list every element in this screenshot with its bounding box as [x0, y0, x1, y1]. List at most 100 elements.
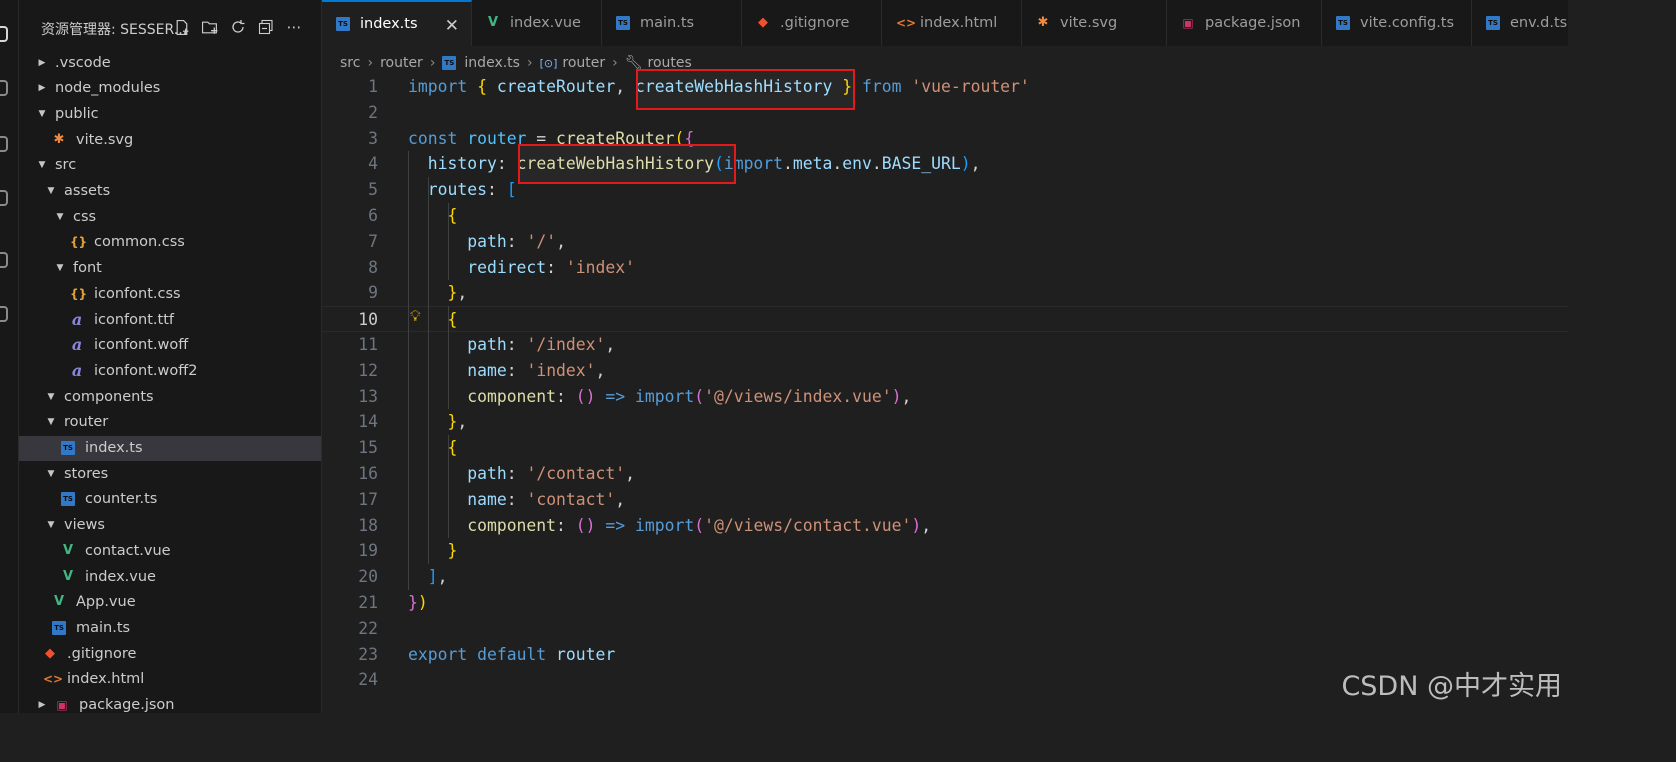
breadcrumb-router[interactable]: router	[380, 55, 423, 71]
tree-folder[interactable]: ▼ css	[19, 204, 321, 229]
code-line[interactable]: 5 routes: [	[322, 177, 1568, 203]
tree-file[interactable]: a iconfont.woff	[19, 333, 321, 358]
code-line[interactable]: 2	[322, 100, 1568, 126]
tab-package-json[interactable]: ▣ package.json	[1167, 0, 1322, 46]
tree-folder[interactable]: ▼ assets	[19, 179, 321, 204]
code-line[interactable]: 3 const router = createRouter({	[322, 126, 1568, 152]
tab-vite-svg[interactable]: ✱ vite.svg	[1022, 0, 1167, 46]
tree-folder[interactable]: ▼ font	[19, 256, 321, 281]
tab-main-ts[interactable]: TS main.ts	[602, 0, 742, 46]
tree-folder[interactable]: ▼ stores	[19, 461, 321, 486]
code-token: .	[783, 154, 793, 174]
run-debug-activity-icon[interactable]	[0, 190, 8, 206]
code-token: }	[447, 283, 458, 303]
tree-file[interactable]: TS main.ts	[19, 615, 321, 640]
code-token: ,	[457, 283, 468, 303]
tree-folder[interactable]: ▼ public	[19, 101, 321, 126]
tree-folder[interactable]: ▶ node_modules	[19, 76, 321, 101]
new-file-icon[interactable]	[171, 16, 193, 38]
breadcrumb-file[interactable]: index.ts	[464, 55, 520, 71]
refresh-icon[interactable]	[227, 16, 249, 38]
tree-file[interactable]: {} common.css	[19, 230, 321, 255]
tree-file[interactable]: a iconfont.woff2	[19, 358, 321, 383]
code-line[interactable]: 12 name: 'index',	[322, 358, 1568, 384]
code-token: 'vue-router'	[911, 77, 1030, 96]
new-folder-icon[interactable]	[199, 16, 221, 38]
tree-file[interactable]: V App.vue	[19, 590, 321, 615]
code-line[interactable]: 9 },	[322, 280, 1568, 306]
tab-label: .gitignore	[780, 15, 850, 31]
code-line[interactable]: 11 path: '/index',	[322, 332, 1568, 358]
code-line[interactable]: 21})	[322, 590, 1568, 616]
tree-file[interactable]: Vcontact.vue	[19, 538, 321, 563]
remote-activity-icon[interactable]	[0, 306, 8, 322]
chevron-right-icon[interactable]: ▶	[37, 83, 47, 93]
code-line[interactable]: 10 {	[322, 306, 1568, 332]
close-icon[interactable]: ✕	[445, 16, 459, 36]
code-line[interactable]: 16 path: '/contact',	[322, 461, 1568, 487]
extensions-activity-icon[interactable]	[0, 252, 8, 268]
chevron-down-icon[interactable]: ▼	[55, 212, 65, 222]
tree-folder[interactable]: ▶ .vscode	[19, 50, 321, 75]
breadcrumb-symbol-router[interactable]: router	[562, 55, 605, 71]
tab-label: vite.svg	[1060, 15, 1118, 31]
code-token: ()	[575, 515, 596, 535]
tab-vite-config-ts[interactable]: TS vite.config.ts	[1322, 0, 1472, 46]
tree-file[interactable]: {} iconfont.css	[19, 281, 321, 306]
chevron-right-icon[interactable]: ▶	[37, 700, 47, 710]
chevron-right-icon[interactable]: ▶	[37, 58, 47, 68]
more-icon[interactable]: ⋯	[283, 16, 305, 38]
lightbulb-icon[interactable]: 💡︎	[410, 307, 421, 325]
tree-file[interactable]: a iconfont.ttf	[19, 307, 321, 332]
explorer-activity-icon[interactable]	[0, 26, 8, 42]
collapse-all-icon[interactable]	[255, 16, 277, 38]
chevron-down-icon[interactable]: ▼	[46, 186, 56, 196]
chevron-down-icon[interactable]: ▼	[55, 263, 65, 273]
code-line[interactable]: 14 },	[322, 409, 1568, 435]
code-line[interactable]: 6 {	[322, 203, 1568, 229]
tree-folder[interactable]: ▼ components	[19, 384, 321, 409]
code-line[interactable]: 20 ],	[322, 564, 1568, 590]
code-line[interactable]: 18 component: () => import('@/views/cont…	[322, 513, 1568, 539]
code-line[interactable]: 19 }	[322, 538, 1568, 564]
code-editor[interactable]: 24 23 export default router 22 21}) 20 ], 19 }…	[322, 69, 1568, 713]
tree-folder[interactable]: ▼ views	[19, 513, 321, 538]
code-line[interactable]: 7 path: '/',	[322, 229, 1568, 255]
chevron-down-icon[interactable]: ▼	[46, 417, 56, 427]
code-line[interactable]: 13 component: () => import('@/views/inde…	[322, 384, 1568, 410]
tree-folder[interactable]: ▼ router	[19, 410, 321, 435]
chevron-down-icon[interactable]: ▼	[46, 392, 56, 402]
tab-index-vue[interactable]: Vindex.vue	[472, 0, 602, 46]
chevron-down-icon[interactable]: ▼	[37, 109, 47, 119]
code-token: ,	[605, 335, 616, 354]
tree-file[interactable]: <> index.html	[19, 667, 321, 692]
tree-file[interactable]: TS index.ts	[19, 435, 321, 461]
tab-index-html[interactable]: <> index.html	[882, 0, 1022, 46]
tree-file[interactable]: ◆ .gitignore	[19, 641, 321, 666]
source-control-activity-icon[interactable]	[0, 136, 8, 152]
code-line[interactable]: 17 name: 'contact',	[322, 487, 1568, 513]
search-activity-icon[interactable]	[0, 80, 8, 96]
chevron-down-icon[interactable]: ▼	[46, 520, 56, 530]
chevron-down-icon[interactable]: ▼	[37, 160, 47, 170]
tab-index-ts[interactable]: TS index.ts ✕	[322, 0, 472, 46]
tree-folder[interactable]: ▼ src	[19, 153, 321, 178]
code-line[interactable]: 1 import { createRouter, createWebHashHis…	[322, 74, 1568, 100]
code-token: }	[408, 593, 418, 612]
breadcrumb-src[interactable]: src	[340, 55, 360, 71]
tree-file[interactable]: ▶ ▣ package.json	[19, 693, 321, 713]
code-line[interactable]: 15 {	[322, 435, 1568, 461]
explorer-title: 资源管理器: SESSER...	[41, 22, 188, 38]
code-text: component: () => import('@/views/index.v…	[408, 384, 911, 410]
tree-file[interactable]: Vindex.vue	[19, 564, 321, 589]
tab-env-d-ts[interactable]: TS env.d.ts	[1472, 0, 1568, 46]
tree-file[interactable]: TS counter.ts	[19, 487, 321, 512]
code-line[interactable]: 4 history: createWebHashHistory(import.m…	[322, 151, 1568, 177]
chevron-down-icon[interactable]: ▼	[46, 469, 56, 479]
code-line[interactable]: 8 redirect: 'index'	[322, 255, 1568, 281]
tree-file[interactable]: ✱ vite.svg	[19, 127, 321, 152]
code-line[interactable]: 22	[322, 616, 1568, 642]
tab--gitignore[interactable]: ◆ .gitignore	[742, 0, 882, 46]
